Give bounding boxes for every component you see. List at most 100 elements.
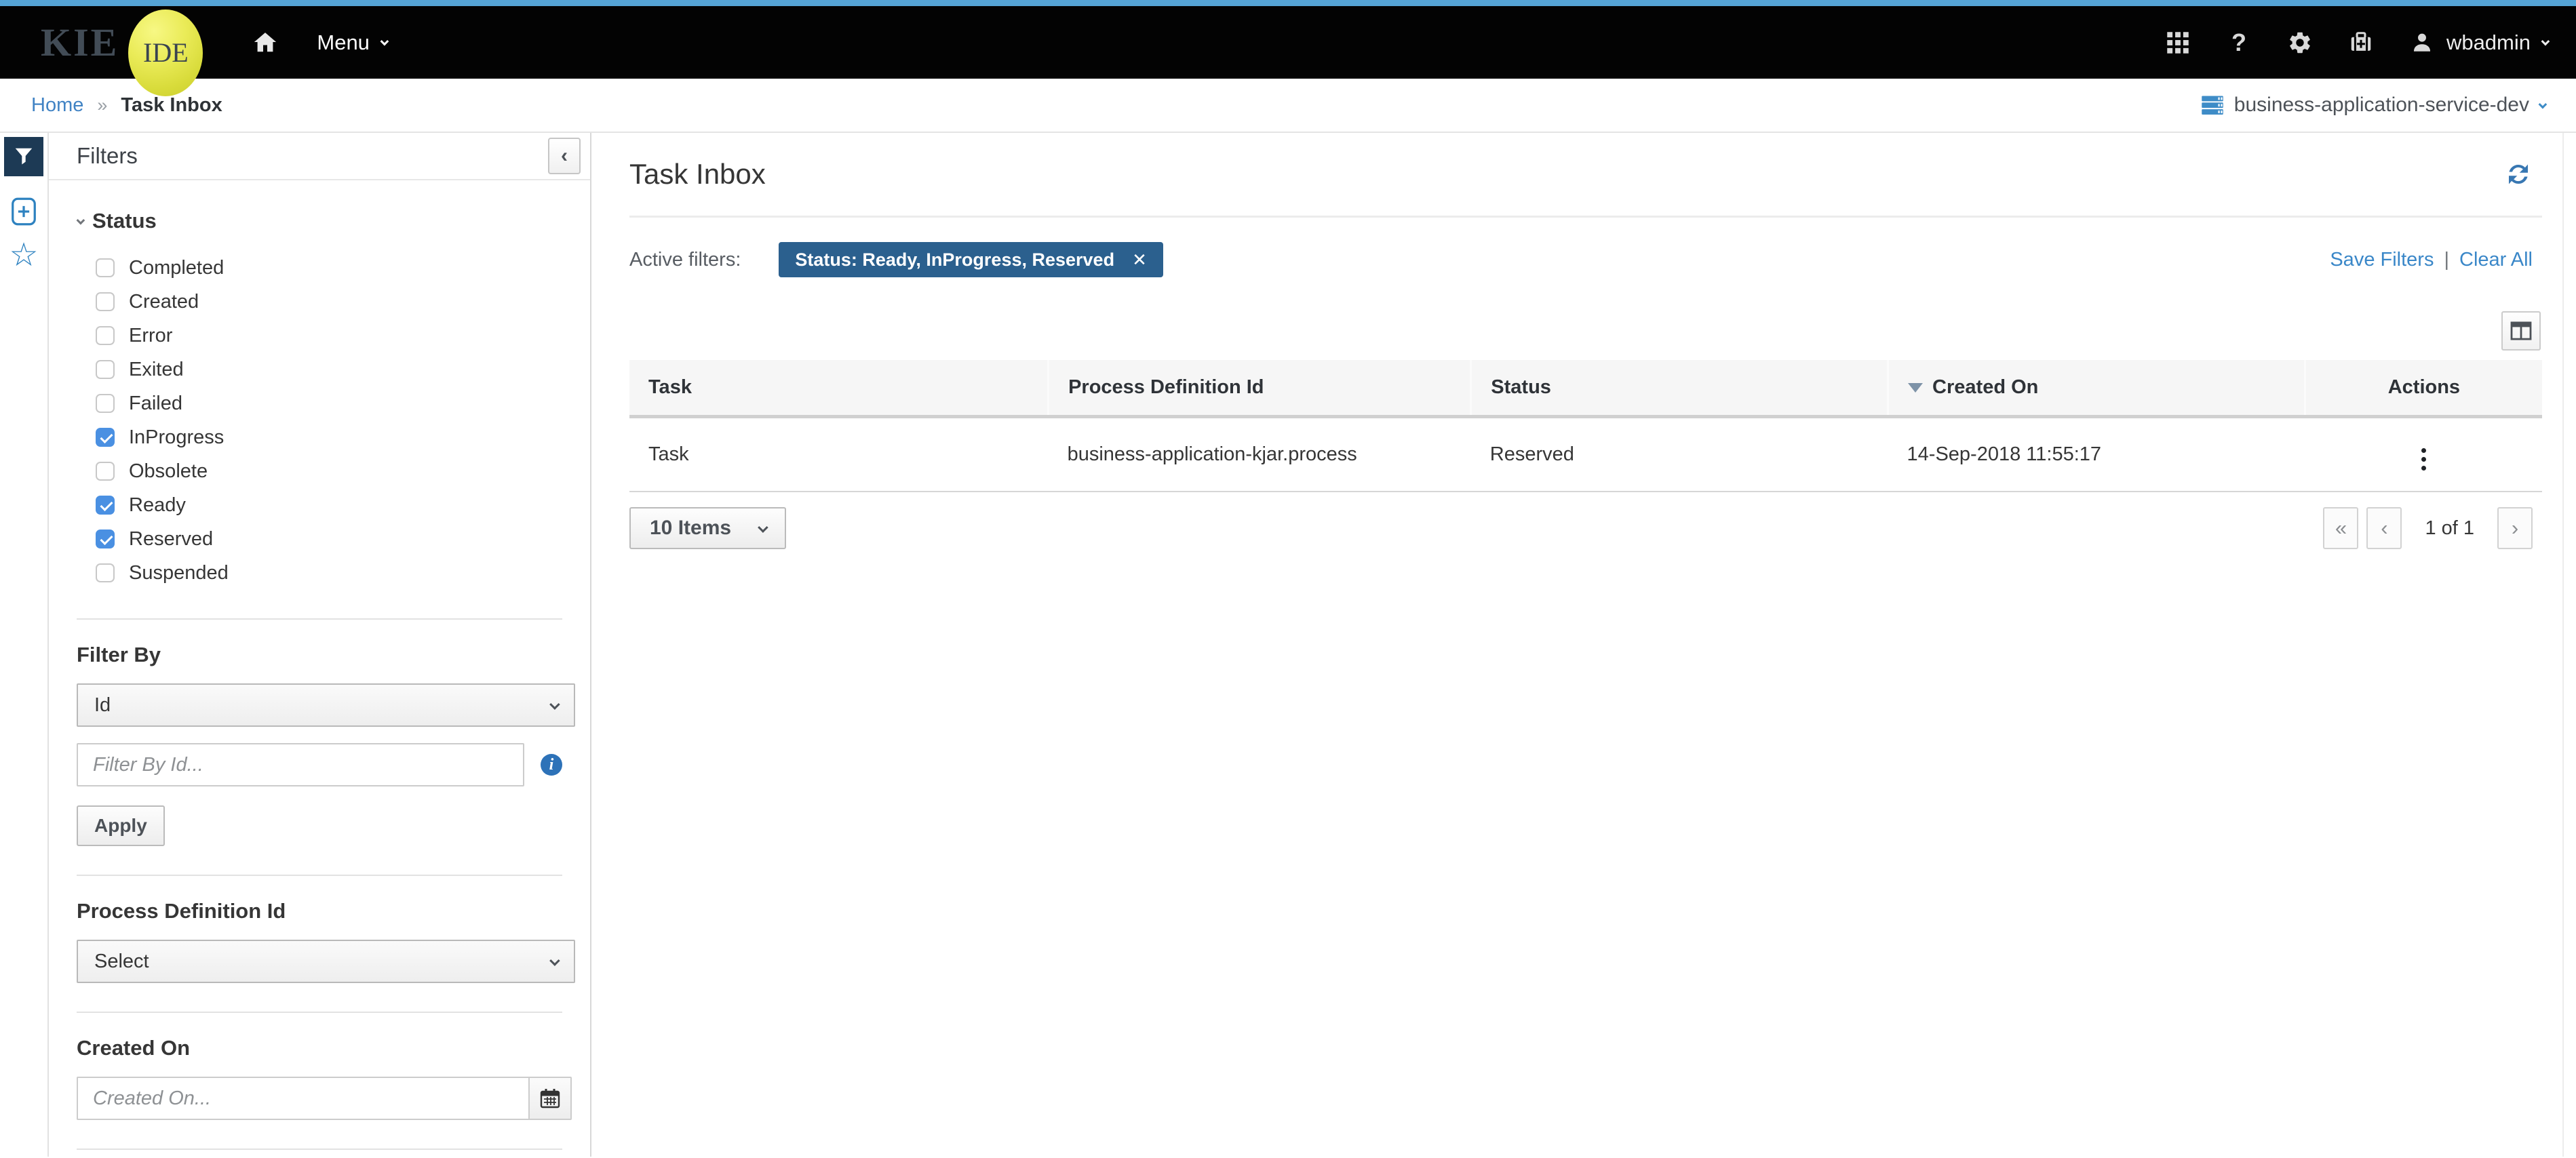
column-header-actions: Actions (2303, 360, 2542, 418)
chevron-down-icon (2538, 100, 2548, 108)
remove-filter-icon[interactable]: ✕ (1132, 249, 1147, 271)
page-size-select[interactable]: 10 Items (629, 507, 787, 549)
status-filter-option[interactable]: InProgress (96, 420, 562, 454)
status-filter-option[interactable]: Suspended (96, 556, 562, 590)
status-section-toggle[interactable]: Status (76, 209, 562, 233)
app-launcher-icon[interactable] (2164, 31, 2191, 55)
breadcrumb-bar: Home » Task Inbox business-application-s… (0, 79, 2576, 133)
first-page-button[interactable]: « (2323, 507, 2359, 549)
status-filter-option[interactable]: Created (96, 285, 562, 319)
settings-gear-icon[interactable] (2286, 30, 2314, 56)
created-on-input[interactable] (77, 1077, 528, 1120)
column-header-status[interactable]: Status (1470, 360, 1888, 418)
menu-label: Menu (317, 30, 370, 54)
status-filter-option[interactable]: Completed (96, 251, 562, 285)
status-option-label: Exited (129, 358, 184, 380)
column-header-process-definition-id[interactable]: Process Definition Id (1047, 360, 1471, 418)
section-divider (77, 1012, 562, 1013)
status-checkbox[interactable] (96, 292, 115, 311)
status-section-label: Status (92, 209, 157, 233)
help-icon[interactable]: ? (2225, 28, 2252, 57)
status-checkbox[interactable] (96, 428, 115, 447)
status-checkbox[interactable] (96, 360, 115, 379)
created-on-heading: Created On (77, 1036, 191, 1060)
filter-links: Save Filters | Clear All (2330, 249, 2533, 271)
home-nav-button[interactable] (252, 30, 279, 56)
process-definition-select[interactable]: Select (77, 940, 575, 983)
page-info: 1 of 1 (2425, 517, 2474, 539)
prev-page-button[interactable]: ‹ (2366, 507, 2402, 549)
tasks-table: Task Process Definition Id Status Create… (629, 360, 2542, 492)
status-filter-option[interactable]: Reserved (96, 522, 562, 556)
dock-rail (0, 133, 49, 1157)
section-divider (77, 1149, 562, 1150)
active-filters-row: Active filters: Status: Ready, InProgres… (629, 242, 2542, 277)
column-header-task[interactable]: Task (629, 360, 1049, 418)
server-template-select[interactable]: business-application-service-dev (2200, 93, 2548, 117)
filter-by-selected-value: Id (94, 694, 111, 716)
status-option-label: Created (129, 290, 199, 313)
manage-columns-button[interactable] (2501, 311, 2541, 351)
filter-by-heading: Filter By (77, 643, 161, 666)
menu-dropdown[interactable]: Menu (317, 30, 389, 55)
status-checkbox[interactable] (96, 326, 115, 345)
chevron-down-icon (549, 698, 560, 710)
status-option-label: InProgress (129, 426, 225, 448)
app-logo[interactable]: KIE IDE (28, 0, 203, 96)
save-filters-link[interactable]: Save Filters (2330, 249, 2434, 271)
table-footer: 10 Items « ‹ 1 of 1 › (629, 507, 2542, 549)
table-row[interactable]: Task business-application-kjar.process R… (629, 416, 2542, 492)
status-checkbox[interactable] (96, 530, 115, 548)
info-icon[interactable] (541, 754, 562, 776)
status-filter-list: Completed Created Error Exited Failed In… (77, 251, 562, 590)
active-filter-chip-text: Status: Ready, InProgress, Reserved (795, 249, 1115, 270)
favorites-star-icon[interactable] (9, 239, 38, 271)
task-inbox-panel: Task Inbox Active filters: Status: Ready… (591, 133, 2564, 1157)
row-actions-kebab-icon[interactable] (2415, 445, 2433, 473)
next-page-button[interactable]: › (2497, 507, 2533, 549)
server-icon (2202, 96, 2223, 115)
status-option-label: Error (129, 324, 173, 346)
status-option-label: Reserved (129, 527, 214, 550)
filter-by-id-input[interactable] (77, 743, 524, 786)
add-panel-button[interactable] (10, 197, 37, 226)
status-option-label: Ready (129, 494, 186, 516)
status-filter-option[interactable]: Failed (96, 386, 562, 420)
status-filter-option[interactable]: Ready (96, 488, 562, 522)
collapse-panel-button[interactable]: ‹ (548, 138, 581, 174)
filters-panel-title: Filters (77, 143, 138, 168)
cell-task[interactable]: Task (629, 416, 1049, 492)
status-checkbox[interactable] (96, 563, 115, 582)
pagination-controls: « ‹ 1 of 1 › (2323, 507, 2533, 549)
cell-actions (2305, 416, 2542, 492)
server-template-label: business-application-service-dev (2233, 94, 2529, 116)
filters-panel-header: Filters ‹ (49, 133, 590, 180)
filters-panel-body: Status Completed Created Error Exited Fa… (49, 209, 590, 1150)
status-checkbox[interactable] (96, 394, 115, 413)
link-separator: | (2444, 248, 2449, 271)
filter-by-select[interactable]: Id (77, 683, 575, 727)
refresh-button[interactable] (2504, 160, 2533, 188)
home-icon (252, 30, 279, 56)
status-checkbox[interactable] (96, 496, 115, 515)
status-checkbox[interactable] (96, 258, 115, 277)
status-filter-option[interactable]: Exited (96, 353, 562, 386)
username: wbadmin (2446, 30, 2531, 54)
status-filter-option[interactable]: Error (96, 319, 562, 353)
process-definition-heading: Process Definition Id (77, 899, 286, 923)
filters-dock-button[interactable] (4, 137, 43, 176)
calendar-button[interactable] (528, 1077, 572, 1120)
status-option-label: Failed (129, 392, 182, 414)
column-header-created-on[interactable]: Created On (1887, 360, 2305, 418)
medkit-icon[interactable] (2347, 30, 2375, 56)
status-option-label: Completed (129, 256, 225, 279)
apply-button[interactable]: Apply (77, 805, 165, 846)
breadcrumb-home-link[interactable]: Home (31, 94, 83, 117)
status-filter-option[interactable]: Obsolete (96, 454, 562, 488)
chevron-down-icon (2541, 37, 2550, 46)
section-divider (77, 875, 562, 876)
refresh-icon (2509, 164, 2528, 184)
clear-all-link[interactable]: Clear All (2459, 249, 2533, 271)
status-checkbox[interactable] (96, 462, 115, 481)
user-menu[interactable]: wbadmin (2408, 30, 2550, 55)
